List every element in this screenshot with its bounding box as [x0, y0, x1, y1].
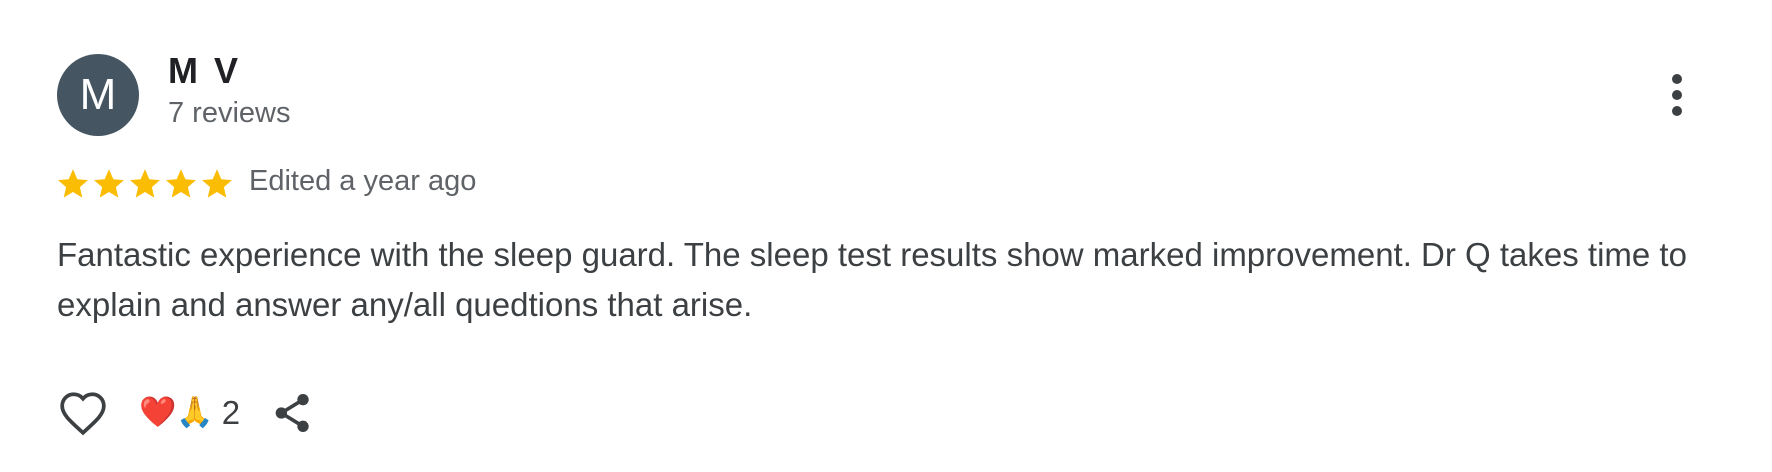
- review-actions: ❤️🙏 2: [57, 383, 316, 443]
- review-text: Fantastic experience with the sleep guar…: [57, 236, 1687, 323]
- star-icon: [202, 169, 232, 198]
- star-rating: [55, 164, 235, 204]
- reaction-emojis: ❤️🙏: [139, 395, 214, 430]
- reactions-button[interactable]: ❤️🙏 2: [139, 394, 240, 432]
- more-options-button[interactable]: [1660, 70, 1694, 120]
- review-card: M M V 7 reviews Edited a year ago Fantas…: [0, 0, 1772, 472]
- star-icon: [58, 169, 88, 198]
- share-button[interactable]: [270, 387, 316, 439]
- review-count[interactable]: 7 reviews: [168, 97, 291, 130]
- edited-timestamp: Edited a year ago: [249, 165, 477, 197]
- more-vert-icon: [1672, 74, 1682, 116]
- avatar[interactable]: M: [57, 54, 139, 136]
- share-icon: [275, 394, 309, 432]
- author-name[interactable]: M V: [168, 50, 241, 92]
- avatar-initial: M: [79, 70, 117, 119]
- star-icon: [94, 169, 124, 198]
- star-icon: [130, 169, 160, 198]
- heart-outline-icon: [60, 392, 106, 436]
- star-icon: [166, 169, 196, 198]
- like-button[interactable]: [57, 387, 109, 439]
- reaction-count: 2: [221, 394, 241, 431]
